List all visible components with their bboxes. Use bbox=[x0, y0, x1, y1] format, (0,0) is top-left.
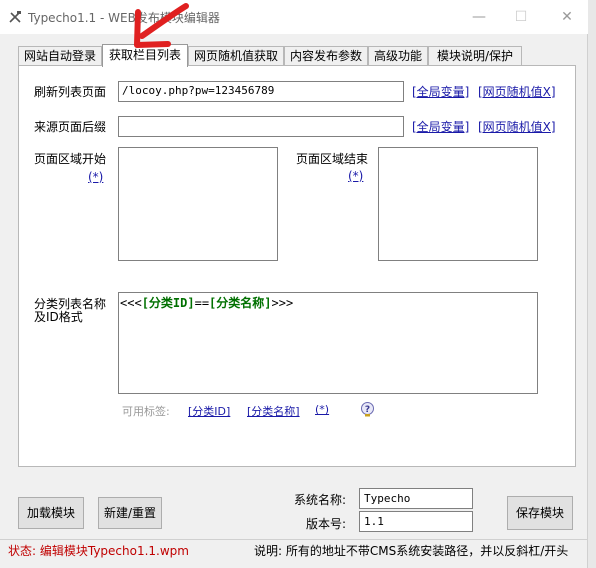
status-note: 说明: 所有的地址不带CMS系统安装路径，并以反斜杠/开头 bbox=[254, 544, 569, 558]
status-bar: 状态: 编辑模块Typecho1.1.wpm 说明: 所有的地址不带CMS系统安… bbox=[0, 539, 588, 561]
region-start-star-link[interactable]: (*) bbox=[88, 170, 103, 184]
region-start-textarea[interactable] bbox=[118, 147, 278, 261]
tag-category-id-link[interactable]: [分类ID] bbox=[188, 403, 230, 419]
region-start-label: 页面区域开始 bbox=[34, 152, 107, 166]
background-window-edge bbox=[588, 0, 596, 568]
category-format-label-line2: 及ID格式 bbox=[34, 310, 83, 324]
random-value-link-2[interactable]: [网页随机值X] bbox=[478, 118, 556, 135]
region-end-star-link[interactable]: (*) bbox=[348, 169, 363, 183]
tab-publish-params[interactable]: 内容发布参数 bbox=[284, 46, 368, 66]
source-suffix-input[interactable] bbox=[118, 116, 404, 137]
version-label: 版本号: bbox=[306, 517, 347, 531]
tab-random-value[interactable]: 网页随机值获取 bbox=[188, 46, 284, 66]
format-separator: == bbox=[194, 296, 210, 310]
title-bar[interactable]: Typecho1.1 - WEB发布模块编辑器 — ☐ ✕ bbox=[0, 0, 588, 34]
tag-category-name-link[interactable]: [分类名称] bbox=[247, 403, 300, 419]
tab-module-info[interactable]: 模块说明/保护 bbox=[428, 46, 522, 66]
system-name-label: 系统名称: bbox=[294, 493, 347, 507]
format-suffix: >>> bbox=[271, 296, 294, 310]
tab-get-category-list[interactable]: 获取栏目列表 bbox=[102, 44, 188, 67]
region-end-textarea[interactable] bbox=[378, 147, 538, 261]
minimize-button[interactable]: — bbox=[464, 7, 494, 27]
editor-window: Typecho1.1 - WEB发布模块编辑器 — ☐ ✕ 网站自动登录 获取栏… bbox=[0, 0, 588, 568]
refresh-list-input[interactable]: /locoy.php?pw=123456789 bbox=[118, 81, 404, 102]
maximize-button[interactable]: ☐ bbox=[506, 7, 536, 27]
close-button[interactable]: ✕ bbox=[552, 7, 582, 27]
region-end-label: 页面区域结束 bbox=[296, 152, 369, 166]
random-value-link-1[interactable]: [网页随机值X] bbox=[478, 83, 556, 100]
system-name-input[interactable]: Typecho bbox=[359, 488, 473, 509]
source-suffix-label: 来源页面后缀 bbox=[34, 120, 107, 134]
refresh-list-label: 刷新列表页面 bbox=[34, 85, 107, 99]
format-category-id: [分类ID] bbox=[141, 296, 195, 310]
global-var-link-1[interactable]: [全局变量] bbox=[412, 83, 469, 100]
tools-icon bbox=[9, 11, 21, 23]
version-input[interactable]: 1.1 bbox=[359, 511, 473, 532]
svg-text:?: ? bbox=[365, 405, 370, 415]
new-reset-button[interactable]: 新建/重置 bbox=[98, 497, 162, 529]
format-category-name: [分类名称] bbox=[209, 296, 272, 310]
tag-star-link[interactable]: (*) bbox=[315, 403, 329, 416]
load-module-button[interactable]: 加载模块 bbox=[18, 497, 84, 529]
help-icon[interactable]: ? bbox=[360, 402, 375, 417]
tab-site-auto-login[interactable]: 网站自动登录 bbox=[18, 46, 102, 66]
window-title: Typecho1.1 - WEB发布模块编辑器 bbox=[28, 11, 220, 25]
save-module-button[interactable]: 保存模块 bbox=[507, 496, 573, 530]
format-prefix: <<< bbox=[120, 296, 142, 310]
category-format-content: <<<[分类ID]==[分类名称]>>> bbox=[120, 294, 293, 311]
tab-advanced[interactable]: 高级功能 bbox=[368, 46, 428, 66]
global-var-link-2[interactable]: [全局变量] bbox=[412, 118, 469, 135]
available-tags-label: 可用标签: bbox=[122, 405, 170, 418]
status-text: 状态: 编辑模块Typecho1.1.wpm bbox=[8, 544, 189, 558]
